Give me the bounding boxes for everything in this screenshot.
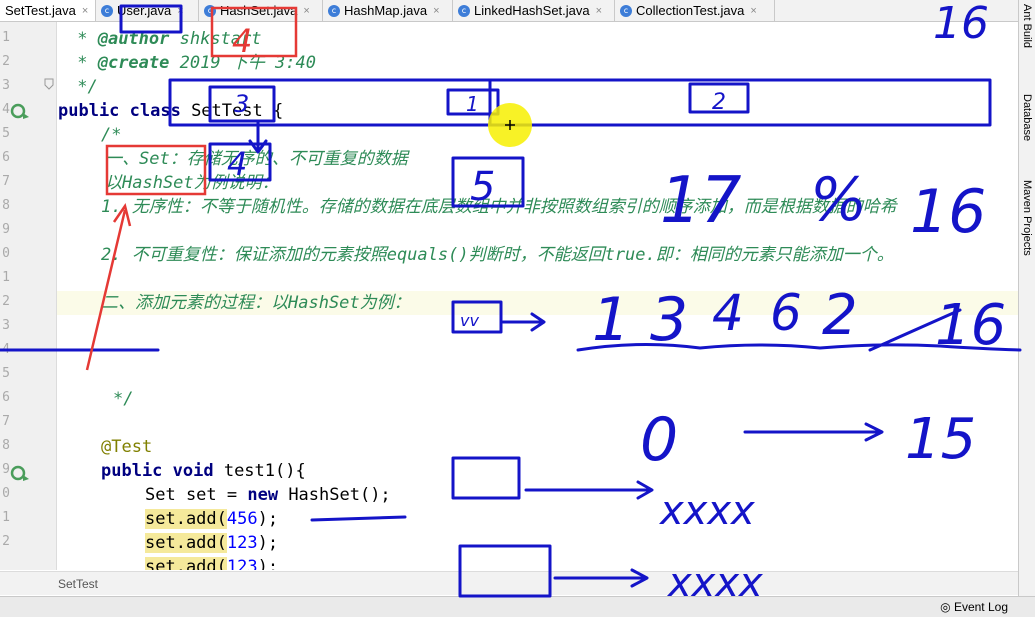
ant-build-tab[interactable]: Ant Build [1021,4,1033,48]
line-number: 7 [2,414,10,429]
database-tab[interactable]: Database [1021,94,1033,141]
close-icon[interactable]: × [82,5,88,17]
line-number: 9 [2,222,10,237]
close-icon[interactable]: × [177,5,183,17]
line-number: 3 [2,318,10,333]
close-icon[interactable]: × [596,5,602,17]
line-number: 2 [2,534,10,549]
code-line: public class SetTest { [58,101,284,121]
class-icon: c [328,4,340,17]
line-number: 5 [2,366,10,381]
fold-icon[interactable] [44,78,54,90]
code-line: /* [101,125,122,145]
line-number: 6 [2,150,10,165]
line-number: 0 [2,486,10,501]
code-line: 1. 无序性：不等于随机性。存储的数据在底层数组中并非按照数组索引的顺序添加，而… [101,197,897,217]
line-number: 5 [2,126,10,141]
code-line: 二、添加元素的过程：以HashSet为例： [101,293,411,313]
line-number: 2 [2,54,10,69]
code-line: set.add(123); [145,555,278,570]
tab-settest[interactable]: SetTest.java × [0,0,96,21]
tab-label: HashMap.java [344,3,428,18]
tab-collectiontest[interactable]: c CollectionTest.java × [615,0,775,21]
breadcrumb-item[interactable]: SetTest [58,577,98,591]
breadcrumb[interactable]: SetTest [0,571,1018,595]
code-line: * @author shkstart [67,29,262,49]
line-number: 4 [2,342,10,357]
tab-user[interactable]: c User.java × [96,0,199,21]
code-line: 2. 不可重复性：保证添加的元素按照equals()判断时，不能返回true.即… [101,245,894,265]
code-line: * @create 2019 下午 3:40 [67,53,316,73]
class-icon: c [620,4,632,17]
code-editor[interactable]: * @author shkstart * @create 2019 下午 3:4… [57,22,1018,570]
line-number: 3 [2,78,10,93]
class-icon: c [101,4,113,17]
class-icon: c [204,4,216,17]
code-line: @Test [101,437,153,457]
close-icon[interactable]: × [433,5,439,17]
tab-label: LinkedHashSet.java [474,3,590,18]
line-number: 4 [2,102,10,117]
line-number: 0 [2,246,10,261]
code-line: Set set = new HashSet(); [145,485,391,505]
tab-linkedhashset[interactable]: c LinkedHashSet.java × [453,0,615,21]
line-number: 8 [2,438,10,453]
line-number-gutter: 1 2 3 4 5 6 7 8 9 0 1 2 3 4 5 6 7 8 9 0 … [0,22,77,570]
code-line: */ [67,77,98,97]
tab-label: HashSet.java [220,3,298,18]
close-icon[interactable]: × [750,5,756,17]
line-number: 1 [2,510,10,525]
event-log-button[interactable]: ◎ Event Log [940,600,1008,614]
line-number: 2 [2,294,10,309]
line-number: 8 [2,198,10,213]
code-line: */ [113,389,134,409]
line-number: 1 [2,30,10,45]
code-line: set.add(456); [145,509,279,529]
run-class-icon[interactable] [10,102,32,120]
close-icon[interactable]: × [303,5,309,17]
editor-tab-bar: SetTest.java × c User.java × c HashSet.j… [0,0,1018,22]
right-tool-strip: Ant Build Database Maven Projects [1018,0,1035,600]
tab-label: SetTest.java [5,3,76,18]
event-log-icon: ◎ [940,600,954,614]
tab-hashset[interactable]: c HashSet.java × [199,0,323,21]
line-number: 1 [2,270,10,285]
code-line: set.add(123); [145,533,279,553]
run-test-icon[interactable] [10,464,32,482]
line-number: 6 [2,390,10,405]
tab-label: CollectionTest.java [636,3,745,18]
maven-projects-tab[interactable]: Maven Projects [1021,180,1033,256]
tab-hashmap[interactable]: c HashMap.java × [323,0,453,21]
code-line: 一、Set：存储无序的、不可重复的数据 [105,149,408,169]
code-line: public void test1(){ [101,461,306,481]
tab-label: User.java [117,3,172,18]
line-number: 9 [2,462,10,477]
code-line: 以HashSet为例说明： [105,173,279,193]
line-number: 7 [2,174,10,189]
status-bar: ◎ Event Log [0,596,1035,617]
class-icon: c [458,4,470,17]
